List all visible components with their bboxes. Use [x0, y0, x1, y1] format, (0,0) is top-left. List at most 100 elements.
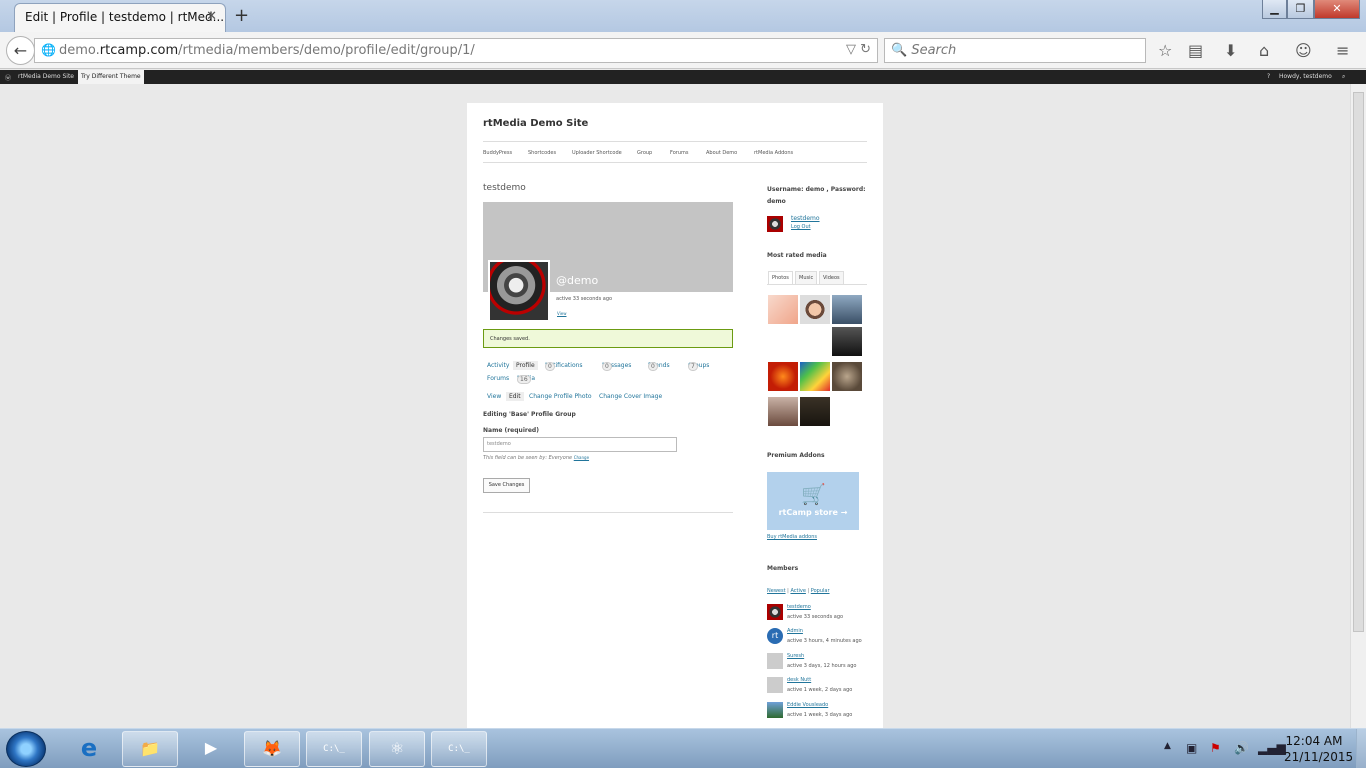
subtab-edit[interactable]: Edit — [506, 392, 524, 401]
admin-site-link[interactable]: rtMedia Demo Site — [18, 73, 74, 80]
home-icon[interactable]: ⌂ — [1259, 41, 1269, 60]
search-placeholder: Search — [911, 43, 957, 58]
nav-item[interactable]: BuddyPress — [483, 150, 512, 156]
nav-item[interactable]: rtMedia Addons — [754, 150, 793, 156]
media-tab-music[interactable]: Music — [795, 271, 818, 285]
name-field[interactable]: testdemo — [483, 437, 677, 452]
sidebar-user-name[interactable]: testdemo — [791, 215, 820, 222]
close-tab-icon[interactable]: ✕ — [206, 9, 217, 24]
clock[interactable]: 12:04 AM 21/11/2015 — [1284, 733, 1354, 765]
hello-icon[interactable]: ☺ — [1295, 41, 1312, 60]
howdy-link[interactable]: Howdy, testdemo — [1279, 73, 1332, 80]
page-title: testdemo — [483, 183, 526, 193]
member-name[interactable]: testdemo — [787, 604, 811, 610]
volume-icon[interactable]: 🔊 — [1234, 741, 1249, 755]
filter-active[interactable]: Active — [790, 588, 805, 594]
change-visibility-link[interactable]: Change — [574, 455, 589, 460]
close-window-button[interactable]: ✕ — [1314, 0, 1360, 19]
search-icon[interactable]: ⌕ — [1342, 73, 1345, 81]
media-thumb[interactable] — [768, 397, 798, 426]
member-name[interactable]: Eddie Vousleado — [787, 702, 828, 708]
subtab-change-photo[interactable]: Change Profile Photo — [529, 393, 592, 400]
count-badge: 0 — [648, 362, 658, 371]
media-thumb[interactable] — [800, 362, 830, 391]
save-changes-button[interactable]: Save Changes — [483, 478, 530, 493]
member-name[interactable]: Suresh — [787, 653, 804, 659]
avatar[interactable] — [767, 604, 783, 620]
menu-icon[interactable]: ≡ — [1336, 41, 1349, 60]
media-tab-videos[interactable]: Videos — [819, 271, 844, 285]
avatar[interactable] — [767, 702, 783, 718]
nav-item[interactable]: About Demo — [706, 150, 737, 156]
back-button[interactable]: ← — [6, 36, 35, 65]
nav-item[interactable]: Shortcodes — [528, 150, 556, 156]
nav-item[interactable]: Forums — [670, 150, 688, 156]
media-thumb[interactable] — [832, 362, 862, 391]
login-info: Username: demo , Password: demo — [767, 186, 866, 205]
avatar[interactable] — [767, 677, 783, 693]
media-thumb[interactable] — [832, 295, 862, 324]
atom-icon[interactable]: ⚛ — [369, 731, 425, 767]
member-activity: active 33 seconds ago — [787, 614, 844, 620]
avatar[interactable]: rt — [767, 628, 783, 644]
reading-list-icon[interactable]: ▤ — [1188, 41, 1203, 60]
help-icon[interactable]: ? — [1267, 73, 1270, 80]
user-avatar[interactable] — [767, 216, 783, 232]
visibility-note: This field can be seen by: Everyone Chan… — [483, 455, 589, 461]
new-tab-icon[interactable]: + — [234, 5, 249, 26]
media-thumb[interactable] — [768, 295, 798, 324]
logout-link[interactable]: Log Out — [791, 224, 811, 230]
explorer-icon[interactable]: 📁 — [122, 731, 178, 767]
search-input[interactable]: 🔍 Search — [884, 38, 1146, 63]
subtab-view[interactable]: View — [487, 393, 501, 400]
count-badge: 7 — [688, 362, 698, 371]
nav-item[interactable]: Group — [637, 150, 652, 156]
cmd-icon[interactable]: C:\_ — [431, 731, 487, 767]
view-link[interactable]: View — [557, 311, 567, 316]
show-hidden-icons[interactable]: ▲ — [1164, 741, 1171, 751]
rtcamp-store-banner[interactable]: 🛒 rtCamp store → — [767, 472, 859, 530]
try-theme-link[interactable]: Try Different Theme — [78, 70, 144, 84]
maximize-button[interactable]: ❐ — [1287, 0, 1314, 19]
subtab-change-cover[interactable]: Change Cover Image — [599, 393, 662, 400]
show-desktop-button[interactable] — [1356, 729, 1366, 768]
device-icon[interactable]: ▣ — [1186, 741, 1197, 755]
buy-addons-link[interactable]: Buy rtMedia addons — [767, 534, 817, 540]
media-thumb[interactable] — [768, 362, 798, 391]
start-button[interactable] — [6, 731, 46, 767]
tab-profile[interactable]: Profile — [513, 361, 538, 370]
browser-tab[interactable]: Edit | Profile | testdemo | rtMed... ✕ — [14, 3, 226, 32]
member-name[interactable]: Admin — [787, 628, 803, 634]
page-scrollbar[interactable] — [1350, 84, 1366, 728]
nav-item[interactable]: Uploader Shortcode — [572, 150, 622, 156]
member-name[interactable]: desk Nutt — [787, 677, 811, 683]
media-thumb[interactable] — [800, 397, 830, 426]
media-thumb[interactable] — [832, 327, 862, 356]
network-icon[interactable]: ▂▄▆ — [1258, 741, 1286, 755]
filter-popular[interactable]: Popular — [811, 588, 830, 594]
cmd-icon[interactable]: C:\_ — [306, 731, 362, 767]
filter-newest[interactable]: Newest — [767, 588, 786, 594]
media-thumb[interactable] — [800, 295, 830, 324]
minimize-button[interactable]: ▁ — [1262, 0, 1287, 19]
cart-icon: 🛒 — [801, 482, 826, 506]
site-info-icon[interactable]: 🌐 — [41, 43, 56, 57]
media-player-icon[interactable]: ▶ — [183, 731, 239, 767]
site-title[interactable]: rtMedia Demo Site — [483, 118, 588, 129]
bookmark-star-icon[interactable]: ☆ — [1158, 41, 1172, 60]
download-icon[interactable]: ⬇ — [1224, 41, 1237, 60]
profile-avatar[interactable] — [488, 260, 550, 322]
firefox-icon[interactable]: 🦊 — [244, 731, 300, 767]
avatar[interactable] — [767, 653, 783, 669]
action-center-icon[interactable]: ⚑ — [1210, 741, 1221, 755]
clock-date: 21/11/2015 — [1284, 750, 1354, 764]
scrollbar-thumb[interactable] — [1353, 92, 1364, 632]
ie-icon[interactable]: e — [61, 731, 117, 767]
wordpress-icon[interactable]: ⓦ — [5, 73, 11, 82]
media-tab-photos[interactable]: Photos — [768, 271, 793, 284]
reload-icon[interactable]: ▽ ↻ — [846, 42, 871, 57]
tab-forums[interactable]: Forums — [487, 375, 509, 382]
site-nav: BuddyPress Shortcodes Uploader Shortcode… — [483, 141, 867, 163]
address-bar[interactable]: 🌐 demo.rtcamp.com/rtmedia/members/demo/p… — [34, 38, 878, 63]
tab-activity[interactable]: Activity — [487, 362, 509, 369]
